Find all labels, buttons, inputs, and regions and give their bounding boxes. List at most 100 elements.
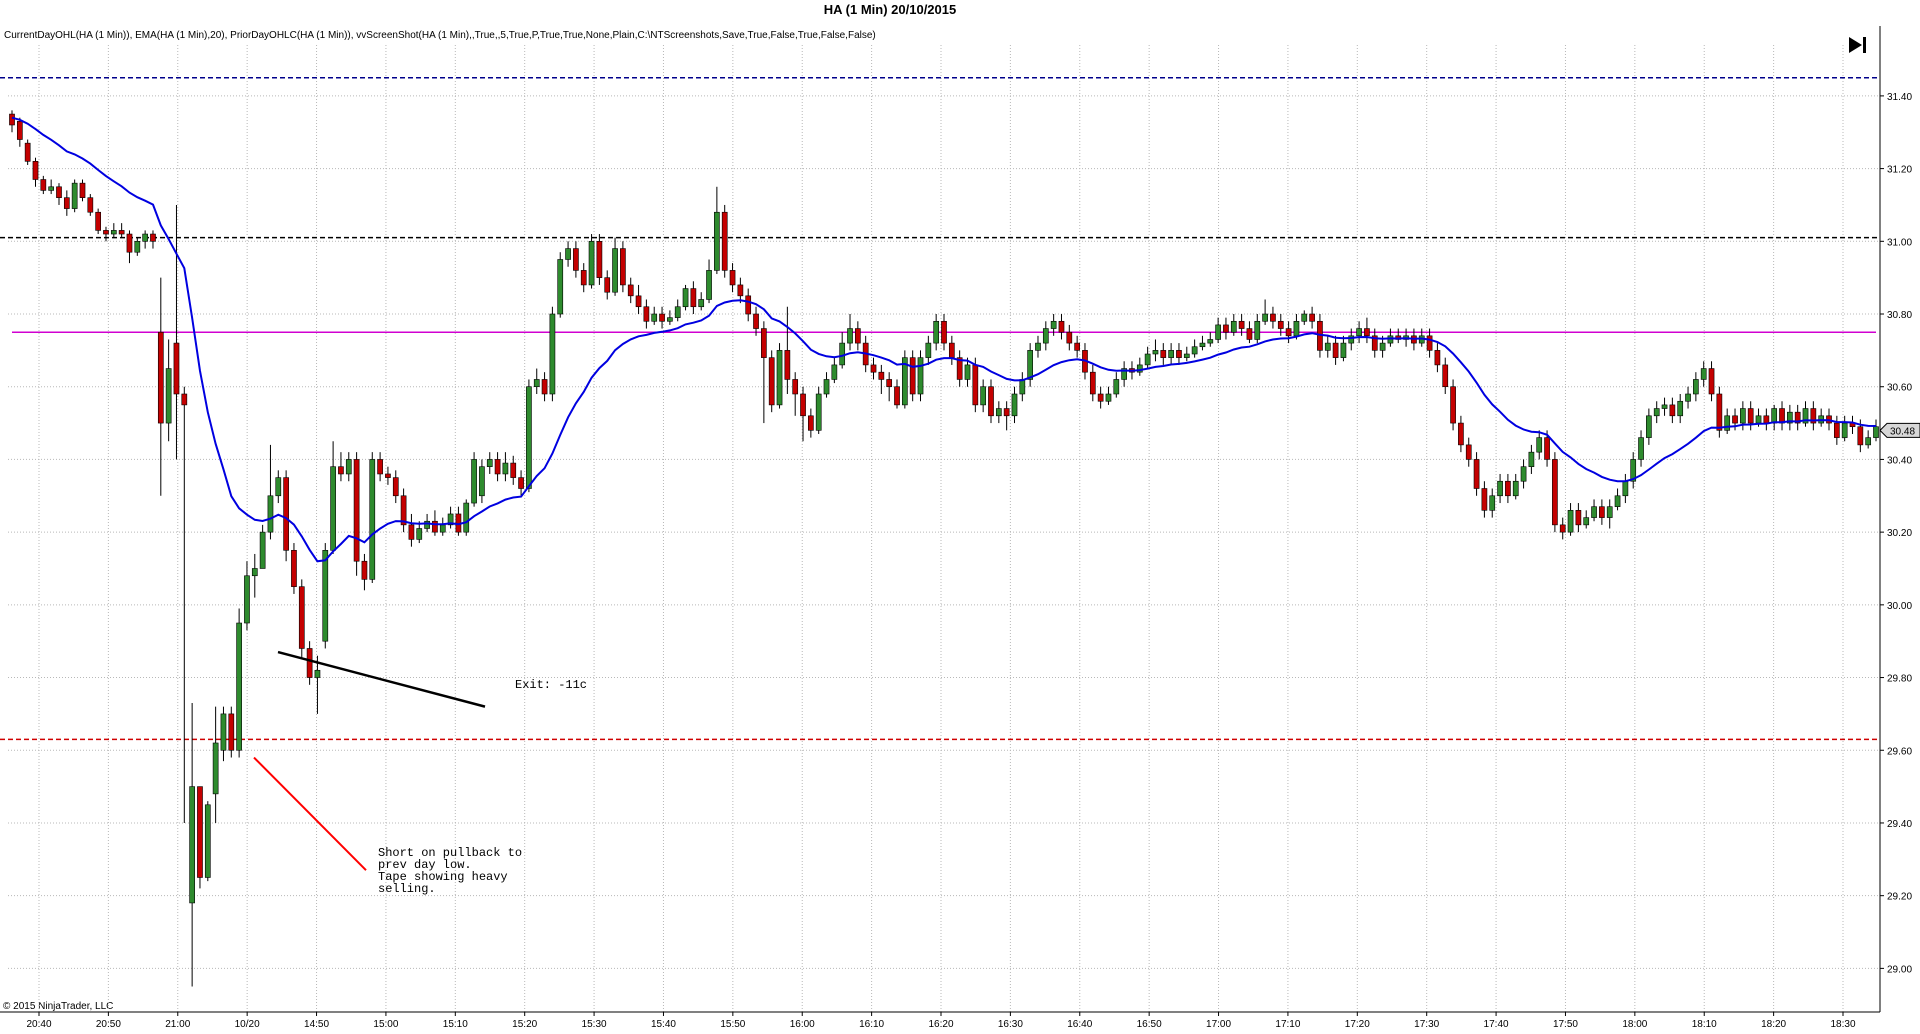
candle-body bbox=[1583, 517, 1590, 526]
x-tick-label: 18:20 bbox=[1761, 1019, 1786, 1030]
candle bbox=[259, 524, 266, 569]
candle-body bbox=[471, 459, 477, 504]
candle-body bbox=[815, 393, 822, 431]
candle-body bbox=[1356, 328, 1362, 337]
candle-body bbox=[424, 520, 430, 529]
candle-body bbox=[729, 270, 736, 286]
candle bbox=[118, 223, 125, 238]
candle-body bbox=[244, 575, 250, 624]
candle bbox=[1160, 343, 1167, 365]
y-tick-label: 29.20 bbox=[1887, 892, 1912, 903]
candle-body bbox=[1763, 415, 1770, 424]
candle-body bbox=[1089, 371, 1096, 395]
candle bbox=[212, 706, 219, 823]
candle bbox=[87, 194, 94, 216]
x-tick-label: 21:00 bbox=[165, 1019, 190, 1030]
candle-body bbox=[776, 350, 783, 406]
candle bbox=[839, 332, 846, 369]
candle-body bbox=[479, 466, 485, 497]
candle-body bbox=[197, 786, 203, 878]
price-chart[interactable]: Short on pullback toprev day low.Tape sh… bbox=[0, 0, 1920, 1034]
candle bbox=[1442, 357, 1449, 394]
candle bbox=[831, 357, 838, 384]
candle-body bbox=[1755, 415, 1762, 424]
candle bbox=[275, 470, 282, 504]
candle bbox=[1552, 452, 1558, 533]
x-tick-label: 16:50 bbox=[1137, 1019, 1162, 1030]
candle bbox=[1144, 346, 1151, 369]
candle bbox=[298, 579, 305, 660]
candle-body bbox=[627, 284, 634, 297]
y-tick-label: 31.40 bbox=[1887, 92, 1912, 103]
candle bbox=[1019, 372, 1026, 402]
candle-body bbox=[322, 550, 329, 642]
candle bbox=[330, 441, 336, 554]
candle-body bbox=[1293, 320, 1300, 337]
candle-body bbox=[706, 270, 712, 300]
candle-body bbox=[486, 459, 493, 467]
candle bbox=[549, 306, 556, 402]
candle-body bbox=[823, 379, 830, 395]
candle-body bbox=[1505, 480, 1511, 497]
candle-body bbox=[1003, 408, 1010, 417]
candle-body bbox=[212, 742, 219, 795]
candle bbox=[110, 223, 117, 238]
candle bbox=[165, 339, 172, 442]
candle bbox=[1583, 510, 1590, 529]
candle-body bbox=[314, 669, 321, 678]
candle-body bbox=[87, 197, 94, 213]
candle-body bbox=[948, 342, 955, 358]
x-tick-label: 15:20 bbox=[512, 1019, 537, 1030]
x-tick-label: 15:40 bbox=[651, 1019, 676, 1030]
candle-body bbox=[1700, 368, 1707, 380]
candle bbox=[228, 706, 235, 758]
candle-body bbox=[416, 528, 423, 540]
candle-body bbox=[690, 288, 697, 308]
candle bbox=[251, 553, 258, 598]
candle bbox=[1042, 321, 1049, 351]
candle-body bbox=[1246, 328, 1253, 340]
candle-body bbox=[1207, 339, 1214, 344]
candles bbox=[9, 110, 1879, 987]
candle bbox=[1818, 408, 1825, 427]
entry-annotation-text: selling. bbox=[378, 882, 436, 896]
candle bbox=[1450, 379, 1456, 431]
candle bbox=[1810, 401, 1817, 431]
candle-body bbox=[40, 179, 47, 191]
candle-body bbox=[283, 477, 289, 551]
candle bbox=[1152, 339, 1159, 362]
candle-body bbox=[635, 295, 642, 308]
candle bbox=[157, 277, 164, 496]
candle-body bbox=[1254, 320, 1261, 340]
candle-body bbox=[894, 386, 900, 406]
candle bbox=[1089, 364, 1096, 402]
candle bbox=[1309, 306, 1315, 329]
candle-body bbox=[1708, 368, 1715, 395]
x-tick-label: 15:30 bbox=[582, 1019, 607, 1030]
candle bbox=[1223, 317, 1229, 340]
candle-body bbox=[345, 459, 352, 475]
candle bbox=[1771, 404, 1778, 431]
y-tick-label: 30.20 bbox=[1887, 528, 1912, 539]
candle-body bbox=[1309, 313, 1315, 322]
candle bbox=[1332, 335, 1339, 365]
candle-body bbox=[1066, 331, 1073, 344]
entry-arrow-line bbox=[253, 756, 367, 871]
candle-body bbox=[573, 248, 579, 271]
x-tick-label: 17:00 bbox=[1206, 1019, 1231, 1030]
candle-body bbox=[1035, 342, 1041, 351]
candle bbox=[573, 241, 579, 278]
candle-body bbox=[165, 368, 172, 424]
candle-body bbox=[808, 415, 814, 431]
candle bbox=[455, 506, 462, 536]
candle bbox=[737, 277, 744, 304]
candle bbox=[596, 234, 603, 285]
candle bbox=[502, 452, 509, 482]
candle bbox=[1841, 415, 1848, 442]
candle bbox=[1653, 401, 1660, 424]
candle bbox=[948, 335, 955, 365]
candle-body bbox=[737, 284, 744, 297]
candle bbox=[886, 372, 893, 402]
candle-body bbox=[306, 648, 313, 678]
candle-body bbox=[1653, 408, 1660, 417]
